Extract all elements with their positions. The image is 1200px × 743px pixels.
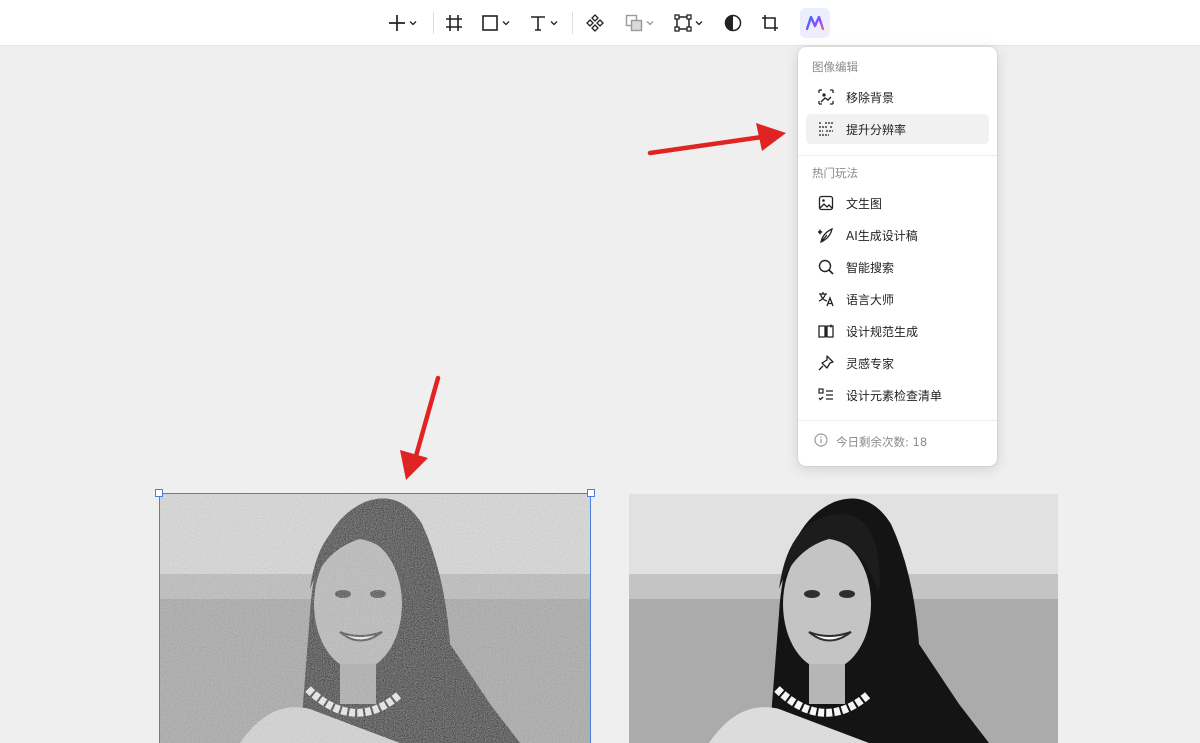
menu-item-label: 智能搜索 [846, 260, 895, 275]
menu-item-checklist[interactable]: 设计元素检查清单 [806, 380, 989, 410]
top-toolbar [0, 0, 1200, 46]
resize-handle-top-right[interactable] [587, 489, 595, 497]
menu-item-ai-design[interactable]: AI生成设计稿 [806, 220, 989, 250]
menu-item-translate[interactable]: 语言大师 [806, 284, 989, 314]
selection-box [159, 493, 591, 743]
checklist-icon [818, 387, 834, 403]
remaining-uses: 今日剩余次数: 18 [814, 433, 927, 450]
add-tool-button[interactable] [388, 9, 417, 37]
component-tool-button[interactable] [586, 9, 604, 37]
mask-tool-button[interactable] [724, 9, 742, 37]
path-icon [674, 14, 692, 32]
menu-item-label: 语言大师 [846, 292, 895, 307]
mask-icon [724, 14, 742, 32]
boolean-tool-button[interactable] [625, 9, 654, 37]
chevron-down-icon [646, 21, 654, 26]
menu-item-text-to-image[interactable]: 文生图 [806, 188, 989, 218]
annotation-arrow-down [400, 375, 441, 480]
shape-tool-button[interactable] [481, 9, 510, 37]
menu-item-upscale[interactable]: 提升分辨率 [806, 114, 989, 144]
component-icon [586, 14, 604, 32]
menu-divider [798, 155, 997, 156]
remaining-uses-text: 今日剩余次数: 18 [836, 434, 928, 449]
menu-item-label: 设计规范生成 [846, 324, 919, 339]
chevron-down-icon [695, 21, 703, 26]
menu-item-label: 文生图 [846, 196, 883, 211]
rectangle-icon [482, 15, 498, 31]
ai-design-icon [818, 227, 834, 243]
text-icon [531, 16, 545, 31]
menu-item-smart-search[interactable]: 智能搜索 [806, 252, 989, 282]
upscaled-image[interactable] [629, 494, 1058, 743]
portrait-photo-clean [629, 494, 1058, 743]
toolbar-divider [572, 12, 573, 34]
toolbar-divider [433, 12, 434, 34]
menu-item-label: 移除背景 [846, 90, 895, 105]
menu-item-label: 提升分辨率 [846, 122, 907, 137]
upscale-icon [818, 121, 834, 137]
menu-item-label: 设计元素检查清单 [846, 388, 943, 403]
ai-assistant-button[interactable] [800, 8, 830, 38]
info-icon [814, 433, 828, 450]
section-title-image-edit: 图像编辑 [812, 60, 858, 74]
chevron-down-icon [502, 21, 510, 26]
frame-icon [446, 15, 462, 31]
smart-search-icon [818, 259, 834, 275]
crop-icon [762, 15, 778, 31]
menu-item-remove-background[interactable]: 移除背景 [806, 82, 989, 112]
text-tool-button[interactable] [529, 9, 558, 37]
menu-item-inspiration[interactable]: 灵感专家 [806, 348, 989, 378]
menu-item-label: AI生成设计稿 [846, 228, 918, 243]
chevron-down-icon [550, 21, 558, 26]
crop-tool-button[interactable] [761, 9, 779, 37]
ai-icon [806, 16, 824, 30]
inspiration-icon [818, 355, 834, 371]
section-title-popular: 热门玩法 [812, 166, 858, 180]
chevron-down-icon [409, 21, 417, 26]
frame-tool-button[interactable] [445, 9, 463, 37]
text-to-image-icon [818, 195, 834, 211]
menu-divider [798, 420, 997, 421]
annotation-arrow-right [647, 123, 786, 156]
menu-item-design-spec[interactable]: 设计规范生成 [806, 316, 989, 346]
translate-icon [818, 291, 834, 307]
resize-handle-top-left[interactable] [155, 489, 163, 497]
path-tool-button[interactable] [674, 9, 703, 37]
plus-icon [389, 15, 405, 31]
design-spec-icon [818, 323, 834, 339]
menu-item-label: 灵感专家 [846, 356, 895, 371]
boolean-icon [625, 14, 643, 32]
ai-dropdown-menu: 图像编辑 移除背景 提升分辨率 热门玩法 文生图 AI生成设计稿 智能搜索 语言… [798, 47, 997, 466]
remove-background-icon [818, 89, 834, 105]
